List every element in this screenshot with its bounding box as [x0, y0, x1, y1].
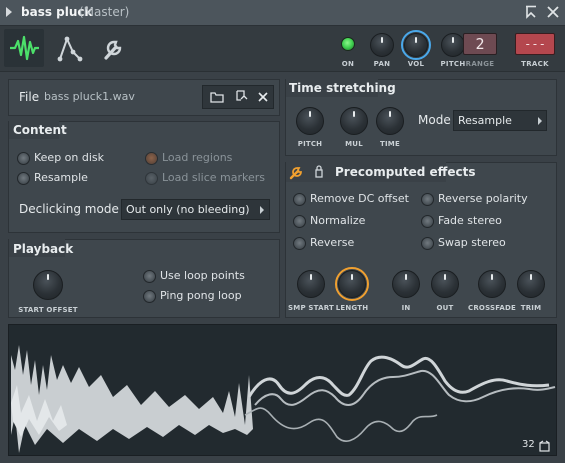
- remove-dc-offset-label: Remove DC offset: [310, 192, 409, 205]
- declicking-label: Declicking mode: [19, 202, 119, 216]
- keep-on-disk-label: Keep on disk: [34, 151, 105, 164]
- mixer-track-display[interactable]: ---: [515, 33, 555, 55]
- ping-pong-loop-radio[interactable]: [143, 290, 156, 303]
- fit-view-icon[interactable]: [538, 438, 551, 452]
- ts-mul-label: MUL: [345, 140, 363, 148]
- file-label: File: [19, 90, 40, 104]
- on-label: ON: [341, 60, 355, 68]
- swap-stereo-label: Swap stereo: [438, 236, 506, 249]
- on-toggle[interactable]: [341, 37, 355, 51]
- lock-icon[interactable]: [313, 164, 325, 180]
- tab-envelope[interactable]: [56, 32, 84, 64]
- volume-knob[interactable]: [404, 33, 428, 57]
- trim-label: TRIM: [520, 304, 542, 312]
- reverse-polarity-radio[interactable]: [421, 193, 434, 206]
- range-label: RANGE: [465, 60, 495, 68]
- ts-mul-knob[interactable]: [340, 107, 368, 135]
- waveform-image: [11, 345, 556, 453]
- normalize-label: Normalize: [310, 214, 366, 227]
- window-title-suffix: (Master): [79, 5, 130, 19]
- track-label: TRACK: [521, 60, 549, 68]
- locate-file-icon[interactable]: [230, 87, 252, 107]
- time-stretch-mode-dropdown[interactable]: Resample: [453, 110, 547, 131]
- load-slice-markers-label: Load slice markers: [162, 171, 266, 184]
- tab-misc-functions[interactable]: [99, 33, 127, 63]
- detach-icon[interactable]: [523, 5, 539, 21]
- playback-title: Playback: [13, 242, 74, 256]
- ts-time-knob[interactable]: [376, 107, 404, 135]
- pitch-range-display[interactable]: 2: [463, 33, 497, 55]
- reverse-polarity-label: Reverse polarity: [438, 192, 528, 205]
- load-regions-label: Load regions: [162, 151, 233, 164]
- smp-start-knob[interactable]: [297, 270, 325, 298]
- start-offset-label: START OFFSET: [18, 306, 78, 314]
- resample-radio[interactable]: [17, 172, 30, 185]
- trim-knob[interactable]: [517, 270, 545, 298]
- use-loop-points-label: Use loop points: [160, 269, 245, 282]
- dropdown-arrow-icon: [538, 117, 542, 125]
- window-menu-arrow-icon[interactable]: [6, 7, 12, 17]
- remove-dc-offset-radio[interactable]: [293, 193, 306, 206]
- swap-stereo-radio[interactable]: [421, 237, 434, 250]
- load-slice-markers-radio[interactable]: [145, 172, 158, 185]
- resample-label: Resample: [34, 171, 88, 184]
- mode-label: Mode: [418, 113, 451, 127]
- file-name: bass pluck1.wav: [44, 90, 135, 103]
- use-loop-points-radio[interactable]: [143, 270, 156, 283]
- dropdown-arrow-icon: [260, 206, 264, 214]
- waveform-display[interactable]: [8, 324, 557, 456]
- length-label: LENGTH: [335, 304, 369, 312]
- pan-label: PAN: [373, 60, 391, 68]
- ts-pitch-label: PITCH: [297, 140, 323, 148]
- fade-stereo-radio[interactable]: [421, 215, 434, 228]
- zoom-value: 32: [522, 439, 535, 450]
- content-title: Content: [13, 123, 67, 137]
- declicking-mode-value: Out only (no bleeding): [126, 203, 250, 216]
- close-icon[interactable]: [545, 5, 561, 21]
- ts-time-label: TIME: [380, 140, 400, 148]
- crossfade-label: CROSSFADE: [468, 304, 517, 312]
- precomputed-wrench-icon[interactable]: [288, 164, 306, 180]
- ts-pitch-knob[interactable]: [296, 107, 324, 135]
- browse-folder-icon[interactable]: [205, 87, 229, 107]
- wrench-icon: [104, 40, 122, 60]
- remove-file-icon[interactable]: [253, 87, 273, 107]
- out-knob[interactable]: [431, 270, 459, 298]
- time-stretch-mode-value: Resample: [458, 114, 512, 127]
- waveform-icon: [10, 35, 39, 61]
- envelope-icon: [57, 36, 83, 62]
- smp-start-label: SMP START: [288, 304, 334, 312]
- normalize-radio[interactable]: [293, 215, 306, 228]
- ping-pong-loop-label: Ping pong loop: [160, 289, 242, 302]
- crossfade-knob[interactable]: [478, 270, 506, 298]
- load-regions-radio[interactable]: [145, 152, 158, 165]
- reverse-label: Reverse: [310, 236, 355, 249]
- out-label: OUT: [436, 304, 454, 312]
- tab-sample-settings[interactable]: [4, 29, 44, 67]
- volume-label: VOL: [407, 60, 425, 68]
- in-label: IN: [401, 304, 411, 312]
- pitch-knob[interactable]: [441, 33, 465, 57]
- length-knob[interactable]: [338, 270, 366, 298]
- time-stretching-title: Time stretching: [289, 81, 396, 95]
- in-knob[interactable]: [392, 270, 420, 298]
- keep-on-disk-radio[interactable]: [17, 152, 30, 165]
- fade-stereo-label: Fade stereo: [438, 214, 502, 227]
- pan-knob[interactable]: [370, 33, 394, 57]
- reverse-radio[interactable]: [293, 237, 306, 250]
- start-offset-knob[interactable]: [33, 270, 63, 300]
- precomputed-title: Precomputed effects: [335, 165, 476, 179]
- declicking-mode-dropdown[interactable]: Out only (no bleeding): [121, 199, 270, 220]
